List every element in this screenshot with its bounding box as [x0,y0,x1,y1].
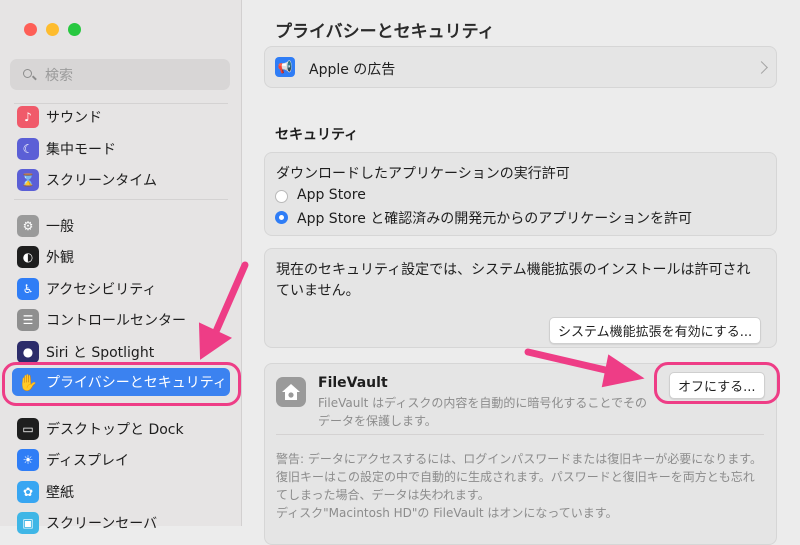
annotation-arrow-line [524,348,618,376]
annotation-arrow-head [601,354,645,388]
annotation-arrow-line [210,261,249,340]
annotation-arrows [198,261,645,388]
